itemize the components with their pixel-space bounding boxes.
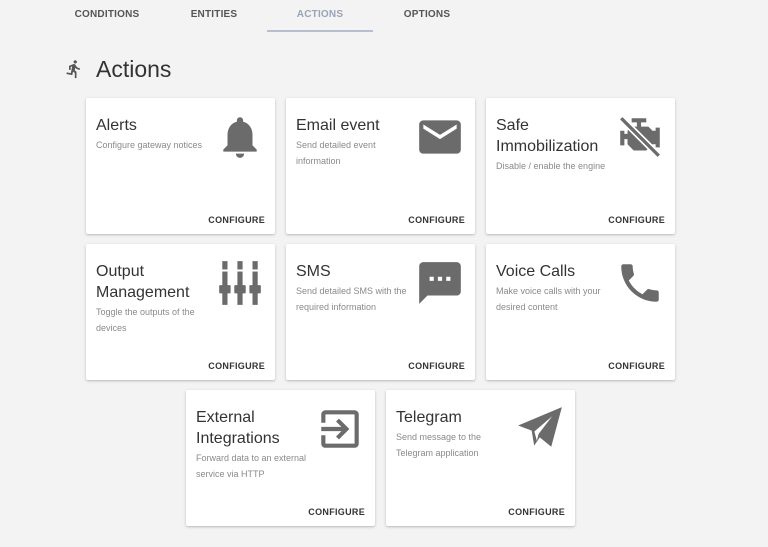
configure-button[interactable]: CONFIGURE — [408, 361, 465, 371]
card-output-management: Output Management Toggle the outputs of … — [86, 244, 275, 380]
sms-icon — [415, 258, 465, 308]
card-description: Send detailed SMS with the required info… — [296, 286, 407, 312]
tab-actions[interactable]: ACTIONS — [267, 0, 373, 32]
card-description: Forward data to an external service via … — [196, 453, 307, 479]
configure-button[interactable]: CONFIGURE — [508, 507, 565, 517]
configure-button[interactable]: CONFIGURE — [308, 507, 365, 517]
tab-bar: CONDITIONS ENTITIES ACTIONS OPTIONS — [0, 0, 768, 32]
configure-button[interactable]: CONFIGURE — [408, 215, 465, 225]
card-alerts: Alerts Configure gateway notices CONFIGU… — [86, 98, 275, 234]
configure-button[interactable]: CONFIGURE — [608, 215, 665, 225]
envelope-icon — [415, 112, 465, 162]
card-title: External Integrations — [196, 409, 280, 447]
card-description: Toggle the outputs of the devices — [96, 307, 195, 333]
card-description: Configure gateway notices — [96, 140, 203, 150]
engine-off-icon — [615, 112, 665, 162]
page-title: Actions — [96, 55, 172, 82]
card-title: Safe Immobilization — [496, 117, 599, 155]
card-title: Output Management — [96, 263, 190, 301]
running-person-icon — [64, 58, 84, 80]
page-header: Actions — [64, 54, 171, 84]
card-telegram: Telegram Send message to the Telegram ap… — [386, 390, 575, 526]
configure-button[interactable]: CONFIGURE — [608, 361, 665, 371]
card-voice-calls: Voice Calls Make voice calls with your d… — [486, 244, 675, 380]
sliders-icon — [215, 258, 265, 308]
card-title: Voice Calls — [496, 263, 576, 280]
card-external-integrations: External Integrations Forward data to an… — [186, 390, 375, 526]
phone-icon — [615, 258, 665, 308]
card-title: Email event — [296, 117, 380, 134]
card-email-event: Email event Send detailed event informat… — [286, 98, 475, 234]
card-description: Send message to the Telegram application — [396, 432, 482, 458]
card-title: Telegram — [396, 409, 462, 426]
tab-options[interactable]: OPTIONS — [374, 0, 480, 32]
exit-to-app-icon — [315, 404, 365, 454]
card-title: Alerts — [96, 117, 137, 134]
configure-button[interactable]: CONFIGURE — [208, 215, 265, 225]
card-safe-immobilization: Safe Immobilization Disable / enable the… — [486, 98, 675, 234]
configure-button[interactable]: CONFIGURE — [208, 361, 265, 371]
tab-conditions[interactable]: CONDITIONS — [54, 0, 160, 32]
paper-plane-icon — [515, 404, 565, 454]
bell-icon — [215, 112, 265, 162]
card-description: Make voice calls with your desired conte… — [496, 286, 601, 312]
card-sms: SMS Send detailed SMS with the required … — [286, 244, 475, 380]
tab-entities[interactable]: ENTITIES — [161, 0, 267, 32]
card-description: Send detailed event information — [296, 140, 376, 166]
card-description: Disable / enable the engine — [496, 161, 606, 171]
card-title: SMS — [296, 263, 331, 280]
